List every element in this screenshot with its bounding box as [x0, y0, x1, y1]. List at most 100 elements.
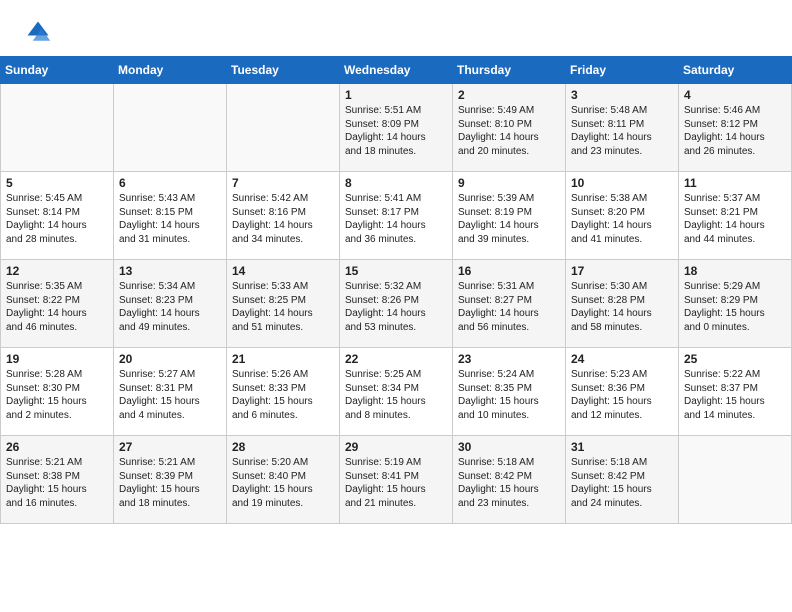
- calendar-day-cell: 14 Sunrise: 5:33 AM Sunset: 8:25 PM Dayli…: [227, 260, 340, 348]
- day-number: 21: [232, 352, 334, 366]
- calendar-week-row: 26 Sunrise: 5:21 AM Sunset: 8:38 PM Dayli…: [1, 436, 792, 524]
- calendar-day-cell: 16 Sunrise: 5:31 AM Sunset: 8:27 PM Dayli…: [453, 260, 566, 348]
- empty-cell: [227, 84, 340, 172]
- cell-daylight-info: Sunrise: 5:34 AM Sunset: 8:23 PM Dayligh…: [119, 280, 221, 334]
- calendar-day-cell: 30Sunrise: 5:18 AM Sunset: 8:42 PM Dayli…: [453, 436, 566, 524]
- cell-daylight-info: Sunrise: 5:51 AM Sunset: 8:09 PM Dayligh…: [345, 104, 447, 158]
- cell-daylight-info: Sunrise: 5:38 AM Sunset: 8:20 PM Dayligh…: [571, 192, 673, 246]
- cell-daylight-info: Sunrise: 5:33 AM Sunset: 8:25 PM Dayligh…: [232, 280, 334, 334]
- calendar-day-cell: 29 Sunrise: 5:19 AM Sunset: 8:41 PM Dayli…: [340, 436, 453, 524]
- calendar-week-row: 5 Sunrise: 5:45 AM Sunset: 8:14 PM Daylig…: [1, 172, 792, 260]
- calendar-day-cell: 1 Sunrise: 5:51 AM Sunset: 8:09 PM Daylig…: [340, 84, 453, 172]
- day-number: 9: [458, 176, 560, 190]
- cell-daylight-info: Sunrise: 5:32 AM Sunset: 8:26 PM Dayligh…: [345, 280, 447, 334]
- calendar-day-cell: 21 Sunrise: 5:26 AM Sunset: 8:33 PM Dayli…: [227, 348, 340, 436]
- cell-daylight-info: Sunrise: 5:42 AM Sunset: 8:16 PM Dayligh…: [232, 192, 334, 246]
- cell-daylight-info: Sunrise: 5:20 AM Sunset: 8:40 PM Dayligh…: [232, 456, 334, 510]
- day-number: 29: [345, 440, 447, 454]
- day-number: 19: [6, 352, 108, 366]
- day-number: 10: [571, 176, 673, 190]
- calendar-day-cell: 26 Sunrise: 5:21 AM Sunset: 8:38 PM Dayli…: [1, 436, 114, 524]
- day-number: 14: [232, 264, 334, 278]
- calendar-day-cell: 22 Sunrise: 5:25 AM Sunset: 8:34 PM Dayli…: [340, 348, 453, 436]
- calendar-day-cell: 24Sunrise: 5:23 AM Sunset: 8:36 PM Dayli…: [566, 348, 679, 436]
- day-number: 3: [571, 88, 673, 102]
- day-number: 28: [232, 440, 334, 454]
- cell-daylight-info: Sunrise: 5:22 AM Sunset: 8:37 PM Dayligh…: [684, 368, 786, 422]
- calendar-day-cell: 8Sunrise: 5:41 AM Sunset: 8:17 PM Daylig…: [340, 172, 453, 260]
- day-number: 13: [119, 264, 221, 278]
- calendar-day-cell: 23 Sunrise: 5:24 AM Sunset: 8:35 PM Dayli…: [453, 348, 566, 436]
- day-number: 20: [119, 352, 221, 366]
- cell-daylight-info: Sunrise: 5:21 AM Sunset: 8:38 PM Dayligh…: [6, 456, 108, 510]
- day-number: 1: [345, 88, 447, 102]
- calendar-day-cell: 10 Sunrise: 5:38 AM Sunset: 8:20 PM Dayli…: [566, 172, 679, 260]
- day-number: 26: [6, 440, 108, 454]
- calendar-day-cell: 31 Sunrise: 5:18 AM Sunset: 8:42 PM Dayli…: [566, 436, 679, 524]
- calendar-day-cell: 3 Sunrise: 5:48 AM Sunset: 8:11 PM Daylig…: [566, 84, 679, 172]
- cell-daylight-info: Sunrise: 5:27 AM Sunset: 8:31 PM Dayligh…: [119, 368, 221, 422]
- calendar-day-cell: 20 Sunrise: 5:27 AM Sunset: 8:31 PM Dayli…: [114, 348, 227, 436]
- calendar-table: SundayMondayTuesdayWednesdayThursdayFrid…: [0, 56, 792, 524]
- cell-daylight-info: Sunrise: 5:31 AM Sunset: 8:27 PM Dayligh…: [458, 280, 560, 334]
- calendar-day-cell: 19Sunrise: 5:28 AM Sunset: 8:30 PM Dayli…: [1, 348, 114, 436]
- day-number: 25: [684, 352, 786, 366]
- cell-daylight-info: Sunrise: 5:25 AM Sunset: 8:34 PM Dayligh…: [345, 368, 447, 422]
- day-number: 22: [345, 352, 447, 366]
- cell-daylight-info: Sunrise: 5:49 AM Sunset: 8:10 PM Dayligh…: [458, 104, 560, 158]
- calendar-week-row: 1 Sunrise: 5:51 AM Sunset: 8:09 PM Daylig…: [1, 84, 792, 172]
- calendar-day-cell: 27Sunrise: 5:21 AM Sunset: 8:39 PM Dayli…: [114, 436, 227, 524]
- calendar-day-cell: 6 Sunrise: 5:43 AM Sunset: 8:15 PM Daylig…: [114, 172, 227, 260]
- weekday-header-sunday: Sunday: [1, 57, 114, 84]
- cell-daylight-info: Sunrise: 5:39 AM Sunset: 8:19 PM Dayligh…: [458, 192, 560, 246]
- cell-daylight-info: Sunrise: 5:24 AM Sunset: 8:35 PM Dayligh…: [458, 368, 560, 422]
- calendar-day-cell: 18Sunrise: 5:29 AM Sunset: 8:29 PM Dayli…: [679, 260, 792, 348]
- calendar-day-cell: 13 Sunrise: 5:34 AM Sunset: 8:23 PM Dayli…: [114, 260, 227, 348]
- calendar-day-cell: 7Sunrise: 5:42 AM Sunset: 8:16 PM Daylig…: [227, 172, 340, 260]
- page-header: [0, 0, 792, 56]
- day-number: 6: [119, 176, 221, 190]
- day-number: 15: [345, 264, 447, 278]
- day-number: 11: [684, 176, 786, 190]
- calendar-day-cell: 2 Sunrise: 5:49 AM Sunset: 8:10 PM Daylig…: [453, 84, 566, 172]
- calendar-day-cell: 25 Sunrise: 5:22 AM Sunset: 8:37 PM Dayli…: [679, 348, 792, 436]
- calendar-day-cell: 11 Sunrise: 5:37 AM Sunset: 8:21 PM Dayli…: [679, 172, 792, 260]
- day-number: 27: [119, 440, 221, 454]
- cell-daylight-info: Sunrise: 5:43 AM Sunset: 8:15 PM Dayligh…: [119, 192, 221, 246]
- calendar-week-row: 12Sunrise: 5:35 AM Sunset: 8:22 PM Dayli…: [1, 260, 792, 348]
- day-number: 18: [684, 264, 786, 278]
- logo-icon: [24, 18, 52, 46]
- day-number: 31: [571, 440, 673, 454]
- calendar-day-cell: 28 Sunrise: 5:20 AM Sunset: 8:40 PM Dayli…: [227, 436, 340, 524]
- day-number: 16: [458, 264, 560, 278]
- weekday-header-row: SundayMondayTuesdayWednesdayThursdayFrid…: [1, 57, 792, 84]
- day-number: 2: [458, 88, 560, 102]
- empty-cell: [679, 436, 792, 524]
- day-number: 23: [458, 352, 560, 366]
- calendar-day-cell: 9 Sunrise: 5:39 AM Sunset: 8:19 PM Daylig…: [453, 172, 566, 260]
- day-number: 5: [6, 176, 108, 190]
- cell-daylight-info: Sunrise: 5:18 AM Sunset: 8:42 PM Dayligh…: [571, 456, 673, 510]
- cell-daylight-info: Sunrise: 5:19 AM Sunset: 8:41 PM Dayligh…: [345, 456, 447, 510]
- calendar-day-cell: 17 Sunrise: 5:30 AM Sunset: 8:28 PM Dayli…: [566, 260, 679, 348]
- empty-cell: [1, 84, 114, 172]
- calendar-day-cell: 5 Sunrise: 5:45 AM Sunset: 8:14 PM Daylig…: [1, 172, 114, 260]
- weekday-header-tuesday: Tuesday: [227, 57, 340, 84]
- day-number: 12: [6, 264, 108, 278]
- day-number: 24: [571, 352, 673, 366]
- calendar-day-cell: 4 Sunrise: 5:46 AM Sunset: 8:12 PM Daylig…: [679, 84, 792, 172]
- cell-daylight-info: Sunrise: 5:45 AM Sunset: 8:14 PM Dayligh…: [6, 192, 108, 246]
- day-number: 17: [571, 264, 673, 278]
- calendar-day-cell: 15 Sunrise: 5:32 AM Sunset: 8:26 PM Dayli…: [340, 260, 453, 348]
- weekday-header-saturday: Saturday: [679, 57, 792, 84]
- weekday-header-thursday: Thursday: [453, 57, 566, 84]
- cell-daylight-info: Sunrise: 5:37 AM Sunset: 8:21 PM Dayligh…: [684, 192, 786, 246]
- cell-daylight-info: Sunrise: 5:18 AM Sunset: 8:42 PM Dayligh…: [458, 456, 560, 510]
- cell-daylight-info: Sunrise: 5:26 AM Sunset: 8:33 PM Dayligh…: [232, 368, 334, 422]
- weekday-header-friday: Friday: [566, 57, 679, 84]
- day-number: 4: [684, 88, 786, 102]
- calendar-week-row: 19Sunrise: 5:28 AM Sunset: 8:30 PM Dayli…: [1, 348, 792, 436]
- cell-daylight-info: Sunrise: 5:46 AM Sunset: 8:12 PM Dayligh…: [684, 104, 786, 158]
- cell-daylight-info: Sunrise: 5:30 AM Sunset: 8:28 PM Dayligh…: [571, 280, 673, 334]
- cell-daylight-info: Sunrise: 5:48 AM Sunset: 8:11 PM Dayligh…: [571, 104, 673, 158]
